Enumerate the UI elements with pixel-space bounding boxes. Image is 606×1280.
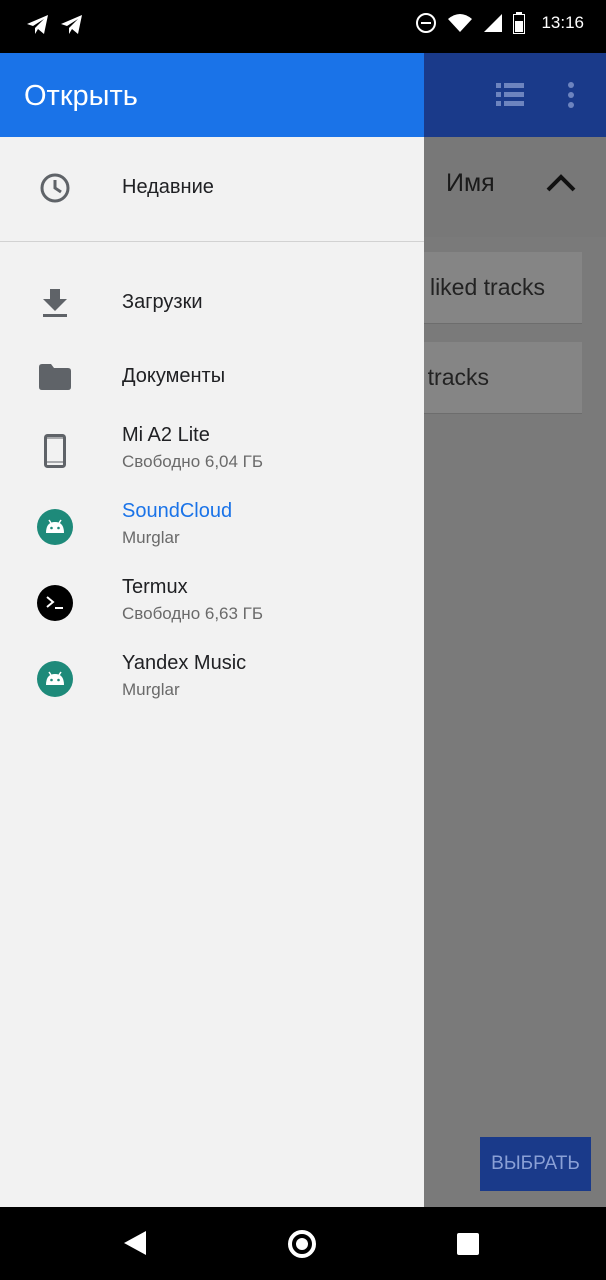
- sort-label[interactable]: Имя: [446, 169, 495, 198]
- root-item-label: Yandex Music: [122, 652, 247, 674]
- root-item-summary: Murglar: [122, 528, 180, 547]
- list-item-label: liked tracks: [429, 274, 545, 300]
- list-item-label: tracks: [427, 364, 489, 390]
- drawer-title: Открыть: [0, 53, 424, 137]
- telegram-icon: [27, 15, 48, 34]
- root-item-termux[interactable]: Termux Свободно 6,63 ГБ: [0, 566, 424, 642]
- view-list-icon[interactable]: [496, 83, 524, 107]
- android-icon: [37, 661, 73, 697]
- root-item-recent[interactable]: Недавние: [0, 151, 424, 225]
- status-bar: 13:16: [0, 0, 606, 53]
- battery-icon: [513, 12, 526, 34]
- root-item-label: Загрузки: [122, 291, 203, 313]
- roots-drawer: Открыть Недавние Загрузки Документы Mi A…: [0, 53, 424, 1207]
- clock: 13:16: [541, 13, 584, 32]
- root-item-documents[interactable]: Документы: [0, 340, 424, 414]
- root-item-label: Mi A2 Lite: [122, 424, 210, 446]
- root-item-downloads[interactable]: Загрузки: [0, 266, 424, 340]
- root-item-summary: Свободно 6,04 ГБ: [122, 452, 264, 471]
- download-icon: [36, 284, 74, 322]
- wifi-icon: [448, 14, 473, 32]
- phone-icon: [36, 432, 74, 470]
- root-item-device[interactable]: Mi A2 Lite Свободно 6,04 ГБ: [0, 414, 424, 490]
- navigation-bar: [0, 1207, 606, 1280]
- android-icon-wrap: [36, 508, 74, 546]
- root-item-label: Termux: [122, 576, 188, 598]
- more-vert-icon[interactable]: [566, 81, 576, 109]
- root-item-label: Документы: [122, 365, 226, 387]
- root-item-soundcloud[interactable]: SoundCloud Murglar: [0, 490, 424, 566]
- history-icon: [36, 169, 74, 207]
- termux-icon-wrap: [36, 584, 74, 622]
- root-item-summary: Свободно 6,63 ГБ: [122, 604, 264, 623]
- termux-icon: [37, 585, 73, 621]
- dnd-icon: [416, 13, 437, 33]
- root-item-yandex-music[interactable]: Yandex Music Murglar: [0, 642, 424, 718]
- root-item-label: Недавние: [122, 176, 214, 198]
- recents-icon[interactable]: [457, 1233, 479, 1255]
- root-item-summary: Murglar: [122, 680, 180, 699]
- telegram-icon: [61, 15, 82, 34]
- chevron-up-icon[interactable]: [546, 171, 576, 193]
- signal-icon: [484, 14, 503, 32]
- folder-icon: [36, 358, 74, 396]
- root-item-label: SoundCloud: [122, 500, 233, 522]
- select-button[interactable]: ВЫБРАТЬ: [480, 1137, 591, 1191]
- home-icon[interactable]: [287, 1229, 317, 1259]
- android-icon-wrap: [36, 660, 74, 698]
- back-icon[interactable]: [122, 1229, 148, 1257]
- android-icon: [37, 509, 73, 545]
